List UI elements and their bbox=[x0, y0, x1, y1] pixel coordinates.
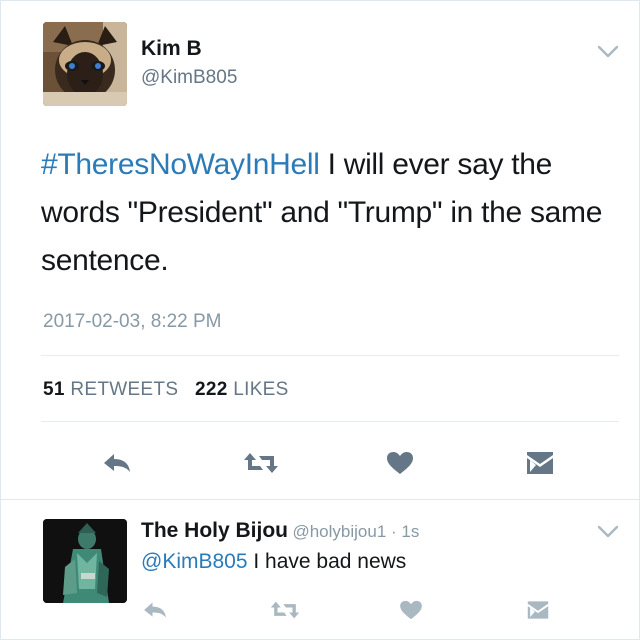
reply-reply-button[interactable] bbox=[140, 597, 170, 623]
reply-like-button[interactable] bbox=[397, 597, 425, 623]
main-tweet: Kim B @KimB805 #TheresNoWayInHell I will… bbox=[1, 1, 640, 499]
tweet-text: #TheresNoWayInHell I will ever say the w… bbox=[41, 141, 611, 285]
reply-retweet-button[interactable] bbox=[268, 597, 302, 623]
divider bbox=[41, 421, 619, 422]
cat-avatar-icon bbox=[43, 22, 127, 106]
direct-message-icon bbox=[527, 452, 553, 474]
statue-avatar-icon bbox=[43, 519, 127, 603]
reply-text: @KimB805 I have bad news bbox=[141, 550, 406, 574]
reply-button[interactable] bbox=[99, 448, 135, 478]
like-count: 222 bbox=[195, 379, 228, 400]
reply-direct-message-button[interactable] bbox=[523, 596, 553, 624]
like-label: LIKES bbox=[233, 379, 289, 400]
divider bbox=[41, 355, 619, 356]
tweet-timestamp[interactable]: 2017-02-03, 8:22 PM bbox=[43, 311, 222, 333]
reply-author-name[interactable]: The Holy Bijou bbox=[141, 519, 288, 542]
direct-message-icon bbox=[527, 601, 549, 619]
tweet-card: Kim B @KimB805 #TheresNoWayInHell I will… bbox=[0, 0, 640, 640]
retweet-stat[interactable]: 51 RETWEETS bbox=[43, 379, 178, 400]
direct-message-button[interactable] bbox=[523, 447, 557, 479]
retweet-count: 51 bbox=[43, 379, 65, 400]
reply-author-meta[interactable]: @holybijou1 · 1s bbox=[292, 522, 419, 541]
author-handle[interactable]: @KimB805 bbox=[141, 67, 237, 89]
retweet-button[interactable] bbox=[241, 448, 281, 478]
chevron-down-icon[interactable] bbox=[597, 525, 619, 539]
tweet-stats: 51 RETWEETS 222 LIKES bbox=[43, 379, 289, 401]
reply-icon bbox=[144, 602, 166, 618]
like-icon bbox=[387, 452, 413, 474]
retweet-icon bbox=[270, 601, 300, 619]
hashtag-link[interactable]: #TheresNoWayInHell bbox=[41, 148, 320, 181]
retweet-icon bbox=[244, 453, 278, 473]
like-stat[interactable]: 222 LIKES bbox=[195, 379, 289, 400]
reply-body: I have bad news bbox=[247, 550, 407, 573]
author-name[interactable]: Kim B bbox=[141, 37, 202, 61]
tweet-separator bbox=[1, 499, 640, 500]
chevron-down-icon[interactable] bbox=[597, 45, 619, 59]
reply-header: The Holy Bijou @holybijou1 · 1s bbox=[141, 519, 419, 543]
like-button[interactable] bbox=[384, 448, 416, 478]
mention-link[interactable]: @KimB805 bbox=[141, 550, 248, 573]
retweet-label: RETWEETS bbox=[70, 379, 179, 400]
reply-icon bbox=[104, 454, 130, 472]
like-icon bbox=[400, 600, 422, 620]
author-avatar[interactable] bbox=[43, 22, 127, 106]
reply-author-avatar[interactable] bbox=[43, 519, 127, 603]
